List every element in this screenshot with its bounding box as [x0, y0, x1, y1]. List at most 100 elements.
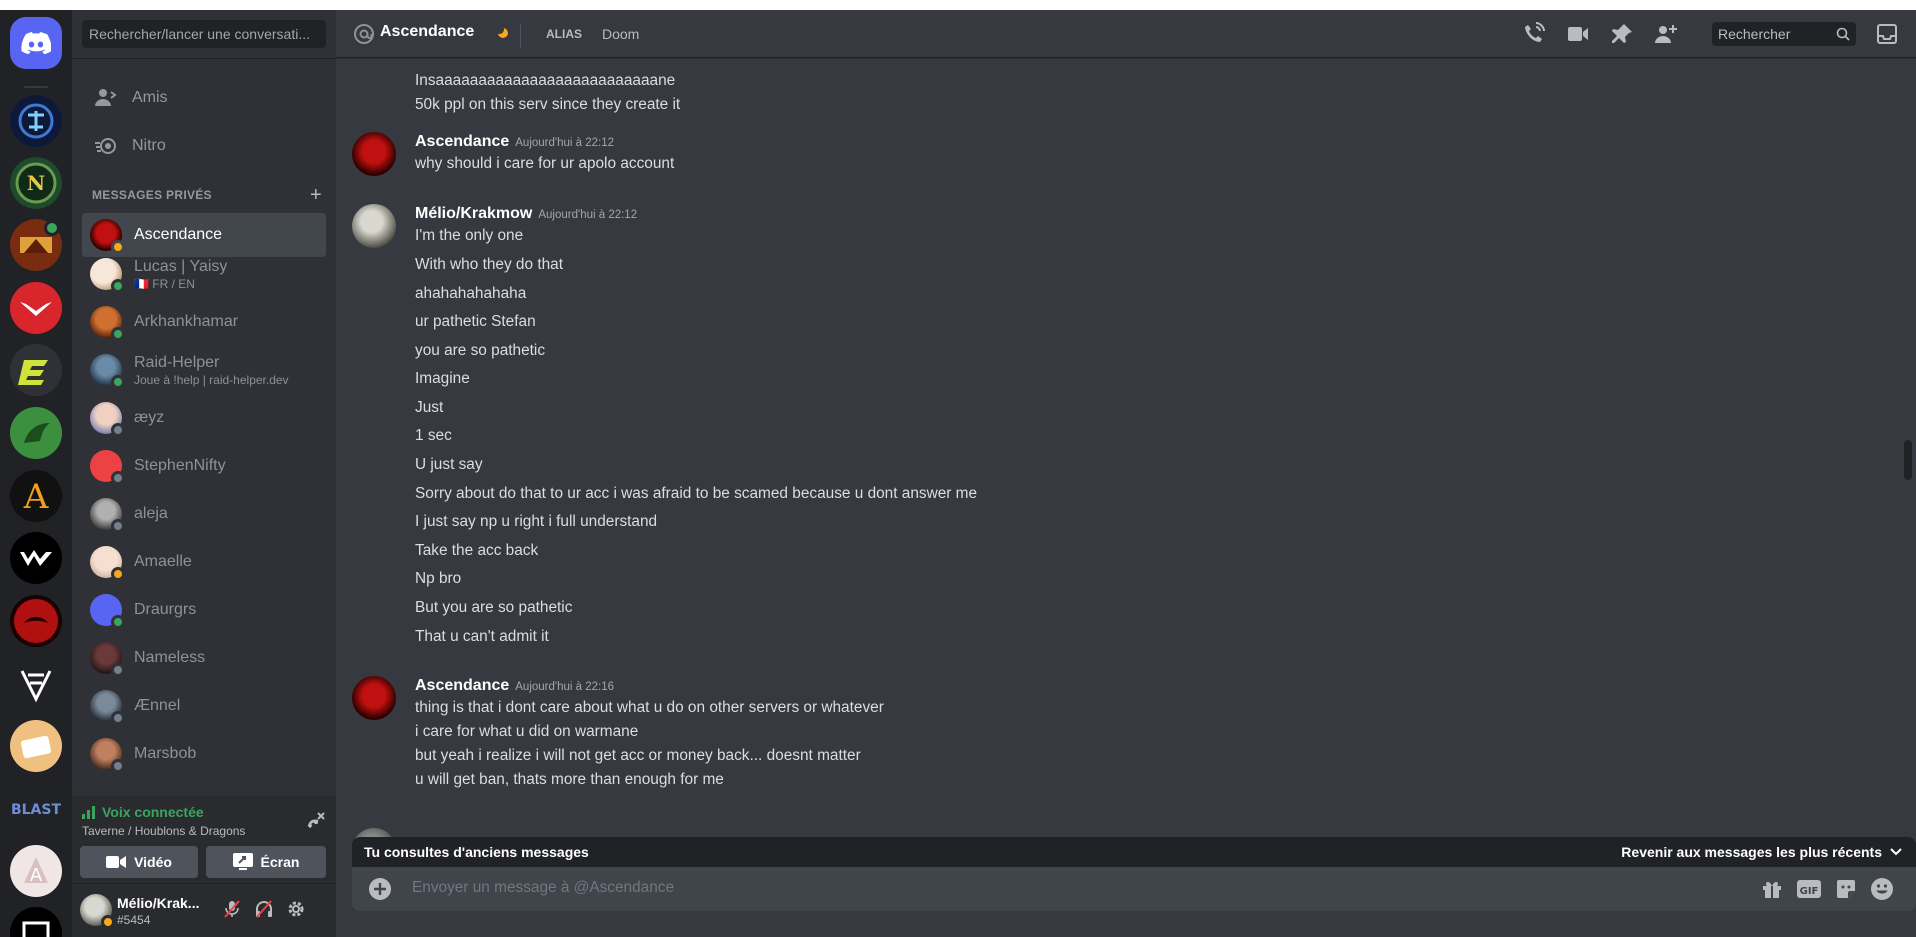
dm-name: Lucas | Yaisy	[134, 257, 228, 275]
disconnect-icon[interactable]	[304, 810, 326, 832]
message-content: That u can't admit it	[415, 628, 549, 645]
server-12[interactable]: BLAST	[10, 782, 62, 834]
message-avatar[interactable]	[352, 676, 396, 720]
voice-channel-name[interactable]: Taverne / Houblons & Dragons	[82, 824, 245, 838]
rail-separator	[24, 86, 48, 88]
server-8[interactable]	[10, 532, 62, 584]
dm-item-aeyz[interactable]: æyz	[82, 396, 326, 440]
server-4[interactable]	[10, 282, 62, 334]
message-input[interactable]: Envoyer un message à @Ascendance	[412, 879, 674, 897]
username[interactable]: Mélio/Krak...	[117, 895, 207, 911]
alias-value: Doom	[602, 26, 640, 42]
message-author[interactable]: Mélio/Krakmow	[415, 205, 532, 222]
dm-item-draurgrs[interactable]: Draurgrs	[82, 588, 326, 632]
server-13[interactable]: A	[10, 845, 62, 897]
dm-name: Draurgrs	[134, 601, 197, 618]
scrollbar[interactable]	[1904, 440, 1912, 480]
dm-item-nameless[interactable]: Nameless	[82, 636, 326, 680]
dm-item-aennel[interactable]: Ænnel	[82, 684, 326, 728]
discord-logo-icon	[21, 32, 51, 54]
alias-label: ALIAS	[546, 27, 582, 41]
jump-to-present-button[interactable]: Revenir aux messages les plus récents	[1621, 844, 1902, 860]
voice-status[interactable]: Voix connectée	[82, 804, 204, 820]
dm-section-header: MESSAGES PRIVÉS +	[92, 185, 322, 205]
sticker-icon[interactable]	[1834, 877, 1858, 901]
server-9[interactable]	[10, 595, 62, 647]
dm-name: Arkhankhamar	[134, 313, 239, 330]
chevron-down-icon	[1890, 848, 1902, 856]
message-content: ahahahahahaha	[415, 285, 527, 302]
server-11[interactable]	[10, 720, 62, 772]
server-5[interactable]	[10, 344, 62, 396]
emoji-icon[interactable]	[1870, 877, 1894, 901]
dm-item-ascendance[interactable]: Ascendance	[82, 213, 326, 257]
create-dm-button[interactable]: +	[310, 185, 322, 205]
video-call-icon[interactable]	[1566, 22, 1590, 46]
status-offline-icon	[111, 519, 125, 533]
message-author[interactable]: Ascendance	[415, 677, 509, 694]
screen-button-label: Écran	[260, 854, 300, 870]
nav-nitro[interactable]: Nitro	[82, 125, 326, 167]
camera-icon	[106, 856, 127, 868]
screen-share-button[interactable]: Écran	[206, 846, 326, 878]
deafen-icon[interactable]	[254, 899, 274, 919]
jump-label: Revenir aux messages les plus récents	[1621, 844, 1882, 860]
avatar	[90, 690, 125, 725]
server-2[interactable]: N	[10, 157, 62, 209]
dm-item-arkhankhamar[interactable]: Arkhankhamar	[82, 300, 326, 344]
message-content: why should i care for ur apolo account	[415, 155, 675, 172]
settings-gear-icon[interactable]	[286, 899, 306, 919]
message-avatar[interactable]	[352, 132, 396, 176]
message-avatar[interactable]	[352, 204, 396, 248]
inbox-icon[interactable]	[1875, 22, 1899, 46]
video-button[interactable]: Vidéo	[80, 846, 198, 878]
status-online-icon	[111, 375, 125, 389]
dm-activity: Joue à !help | raid-helper.dev	[134, 372, 289, 387]
server-6[interactable]	[10, 407, 62, 459]
search-placeholder: Rechercher	[1718, 26, 1791, 42]
dm-item-aleja[interactable]: aleja	[82, 492, 326, 536]
home-button[interactable]	[10, 17, 62, 69]
dm-item-amaelle[interactable]: Amaelle	[82, 540, 326, 584]
user-avatar[interactable]	[80, 894, 115, 929]
dm-header-label: MESSAGES PRIVÉS	[92, 188, 212, 202]
server-10[interactable]	[10, 657, 62, 709]
gif-icon[interactable]: GIF	[1796, 877, 1822, 901]
message-timestamp: Aujourd'hui à 22:16	[515, 681, 615, 693]
dm-custom-status: 🇫🇷 FR / EN	[134, 276, 195, 291]
message-content: thing is that i dont care about what u d…	[415, 699, 884, 716]
gift-icon[interactable]	[1760, 877, 1784, 901]
at-icon	[354, 24, 374, 44]
friends-icon	[95, 89, 117, 106]
signal-icon	[82, 806, 95, 819]
avatar	[90, 258, 125, 293]
message-content: Take the acc back	[415, 542, 539, 559]
server-7[interactable]: A	[10, 470, 62, 522]
dm-item-stephennifty[interactable]: StephenNifty	[82, 444, 326, 488]
svg-text:A: A	[30, 865, 43, 886]
status-online-icon	[111, 615, 125, 629]
voice-call-icon[interactable]	[1522, 22, 1546, 46]
dm-item-raid-helper[interactable]: Raid-Helper Joue à !help | raid-helper.de…	[82, 348, 326, 392]
pin-icon[interactable]	[1610, 22, 1634, 46]
dm-item-lucas[interactable]: Lucas | Yaisy 🇫🇷 FR / EN	[82, 252, 326, 296]
message-composer: Envoyer un message à @Ascendance GIF	[352, 867, 1916, 911]
mic-muted-icon[interactable]	[222, 899, 242, 919]
nav-friends[interactable]: Amis	[82, 77, 326, 119]
server-1[interactable]	[10, 95, 62, 147]
message-content: With who they do that	[415, 256, 563, 273]
conversation-search-input[interactable]: Rechercher/lancer une conversati...	[82, 20, 326, 48]
divider	[72, 58, 336, 59]
message-content: Sorry about do that to ur acc i was afra…	[415, 485, 978, 502]
message-content: but yeah i realize i will not get acc or…	[415, 747, 861, 764]
dm-item-marsbob[interactable]: Marsbob	[82, 732, 326, 776]
message-search-input[interactable]: Rechercher	[1712, 22, 1856, 46]
message-author[interactable]: Ascendance	[415, 133, 509, 150]
dm-name: aleja	[134, 505, 168, 522]
add-attachment-icon[interactable]	[368, 877, 392, 901]
voice-connection-panel: Voix connectée Taverne / Houblons & Drag…	[72, 796, 336, 884]
svg-text:A: A	[23, 477, 49, 517]
add-friend-icon[interactable]	[1654, 22, 1678, 46]
avatar	[90, 738, 125, 773]
server-14[interactable]	[10, 907, 62, 937]
